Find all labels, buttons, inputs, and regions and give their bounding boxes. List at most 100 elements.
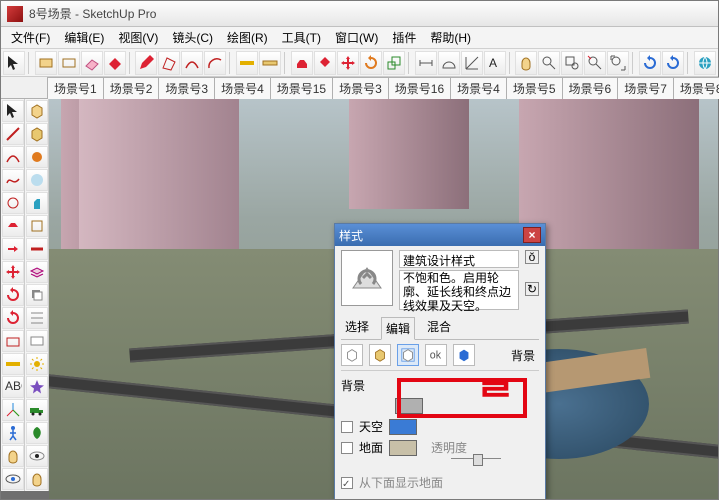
select-tool-icon[interactable] (3, 51, 25, 75)
poly-tool-icon[interactable] (158, 51, 180, 75)
edge-settings-icon[interactable] (341, 344, 363, 366)
close-icon[interactable]: × (523, 227, 541, 243)
tape-tool-icon[interactable] (236, 51, 258, 75)
next-view-icon[interactable] (662, 51, 684, 75)
zoom-tool-icon[interactable] (538, 51, 560, 75)
walk-icon[interactable] (2, 422, 24, 444)
scene-tab-7[interactable]: 场景号16 (388, 77, 451, 99)
menu-plugins[interactable]: 插件 (386, 27, 422, 48)
rotate-tool-icon[interactable] (360, 51, 382, 75)
circle-fill-icon[interactable] (26, 146, 48, 168)
hand2-icon[interactable] (26, 468, 48, 490)
pushpull-icon[interactable] (2, 215, 24, 237)
scene-tab-2[interactable]: 场景号2 (103, 77, 160, 99)
pencil-tool-icon[interactable] (135, 51, 157, 75)
rotate-icon[interactable] (2, 284, 24, 306)
abc-text-icon[interactable]: ABC (2, 376, 24, 398)
arc3pt-tool-icon[interactable] (181, 51, 203, 75)
protractor-tool-icon[interactable] (438, 51, 460, 75)
cube-icon[interactable] (26, 100, 48, 122)
tab-mix[interactable]: 混合 (423, 316, 455, 339)
line-icon[interactable] (2, 123, 24, 145)
offset-icon[interactable] (2, 330, 24, 352)
background-settings-icon[interactable] (397, 344, 419, 366)
status-icon[interactable] (26, 169, 48, 191)
sun-icon[interactable] (26, 353, 48, 375)
scene-icon[interactable] (26, 330, 48, 352)
dims-tool-icon[interactable] (415, 51, 437, 75)
modeling-settings-icon[interactable] (453, 344, 475, 366)
scale-tool-icon[interactable] (383, 51, 405, 75)
hand-icon[interactable] (2, 445, 24, 467)
tape2-tool-icon[interactable] (259, 51, 281, 75)
scene-tab-11[interactable]: 场景号7 (617, 77, 674, 99)
menu-help[interactable]: 帮助(H) (424, 27, 477, 48)
sky-color-swatch[interactable] (389, 419, 417, 435)
google-earth-icon[interactable] (694, 51, 716, 75)
background-color-swatch[interactable] (395, 398, 423, 414)
star-icon[interactable] (26, 376, 48, 398)
axis-icon[interactable] (2, 399, 24, 421)
tape-icon[interactable] (2, 353, 24, 375)
scene-tab-5[interactable]: 场景号15 (270, 77, 333, 99)
scene-tab-1[interactable]: 场景号1 (47, 77, 104, 99)
rect2-tool-icon[interactable] (58, 51, 80, 75)
scale-icon[interactable] (2, 307, 24, 329)
ground-checkbox[interactable] (341, 442, 353, 454)
ground-color-swatch[interactable] (389, 440, 417, 456)
leaf-icon[interactable] (26, 422, 48, 444)
arc-tool-icon[interactable] (204, 51, 226, 75)
look-icon[interactable] (2, 468, 24, 490)
eye-icon[interactable] (26, 445, 48, 467)
axes-tool-icon[interactable] (461, 51, 483, 75)
paint-tool-icon[interactable] (104, 51, 126, 75)
menu-draw[interactable]: 绘图(R) (221, 27, 274, 48)
pan-tool-icon[interactable] (515, 51, 537, 75)
section-icon[interactable] (26, 238, 48, 260)
followme-icon[interactable] (2, 238, 24, 260)
menu-camera[interactable]: 镜头(C) (166, 27, 219, 48)
menu-view[interactable]: 视图(V) (112, 27, 164, 48)
component-icon[interactable] (26, 215, 48, 237)
move-tool-icon[interactable] (337, 51, 359, 75)
tab-select[interactable]: 选择 (341, 316, 373, 339)
face-settings-icon[interactable] (369, 344, 391, 366)
freehand-icon[interactable] (2, 169, 24, 191)
style-thumbnail[interactable] (341, 250, 393, 306)
dialog-titlebar[interactable]: 样式 × (335, 224, 545, 246)
select-icon[interactable] (2, 100, 24, 122)
eraser-tool-icon[interactable] (81, 51, 103, 75)
spray-icon[interactable] (26, 192, 48, 214)
menu-edit[interactable]: 编辑(E) (58, 27, 110, 48)
prev-view-icon[interactable] (639, 51, 661, 75)
shadow-icon[interactable] (26, 284, 48, 306)
scene-tab-10[interactable]: 场景号6 (562, 77, 619, 99)
wire-icon[interactable] (26, 307, 48, 329)
menu-tools[interactable]: 工具(T) (276, 27, 327, 48)
circle-icon[interactable] (2, 192, 24, 214)
text-tool-icon[interactable]: A (484, 51, 506, 75)
scene-tab-8[interactable]: 场景号4 (450, 77, 507, 99)
truck-icon[interactable] (26, 399, 48, 421)
pushpull-tool-icon[interactable] (291, 51, 313, 75)
display-options-icon[interactable]: ŏ (525, 250, 539, 264)
scene-tab-6[interactable]: 场景号3 (332, 77, 389, 99)
scene-tab-12[interactable]: 场景号8 (673, 77, 719, 99)
scene-tab-9[interactable]: 场景号5 (506, 77, 563, 99)
zoom-prev-icon[interactable] (584, 51, 606, 75)
zoom-window-icon[interactable] (561, 51, 583, 75)
zoom-extents-icon[interactable] (607, 51, 629, 75)
arc-icon[interactable] (2, 146, 24, 168)
rect-tool-icon[interactable] (35, 51, 57, 75)
layers-icon[interactable] (26, 261, 48, 283)
style-name-field[interactable]: 建筑设计样式 (399, 250, 519, 268)
menu-file[interactable]: 文件(F) (5, 27, 56, 48)
sky-checkbox[interactable] (341, 421, 353, 433)
show-ground-below-checkbox[interactable] (341, 477, 353, 489)
watermark-settings-icon[interactable]: ok (425, 344, 447, 366)
style-desc-field[interactable]: 不饱和色。启用轮廓、延长线和终点边线效果及天空。 (399, 270, 519, 310)
offset-tool-icon[interactable] (314, 51, 336, 75)
tab-edit[interactable]: 编辑 (381, 317, 415, 340)
scene-tab-3[interactable]: 场景号3 (158, 77, 215, 99)
cube2-icon[interactable] (26, 123, 48, 145)
